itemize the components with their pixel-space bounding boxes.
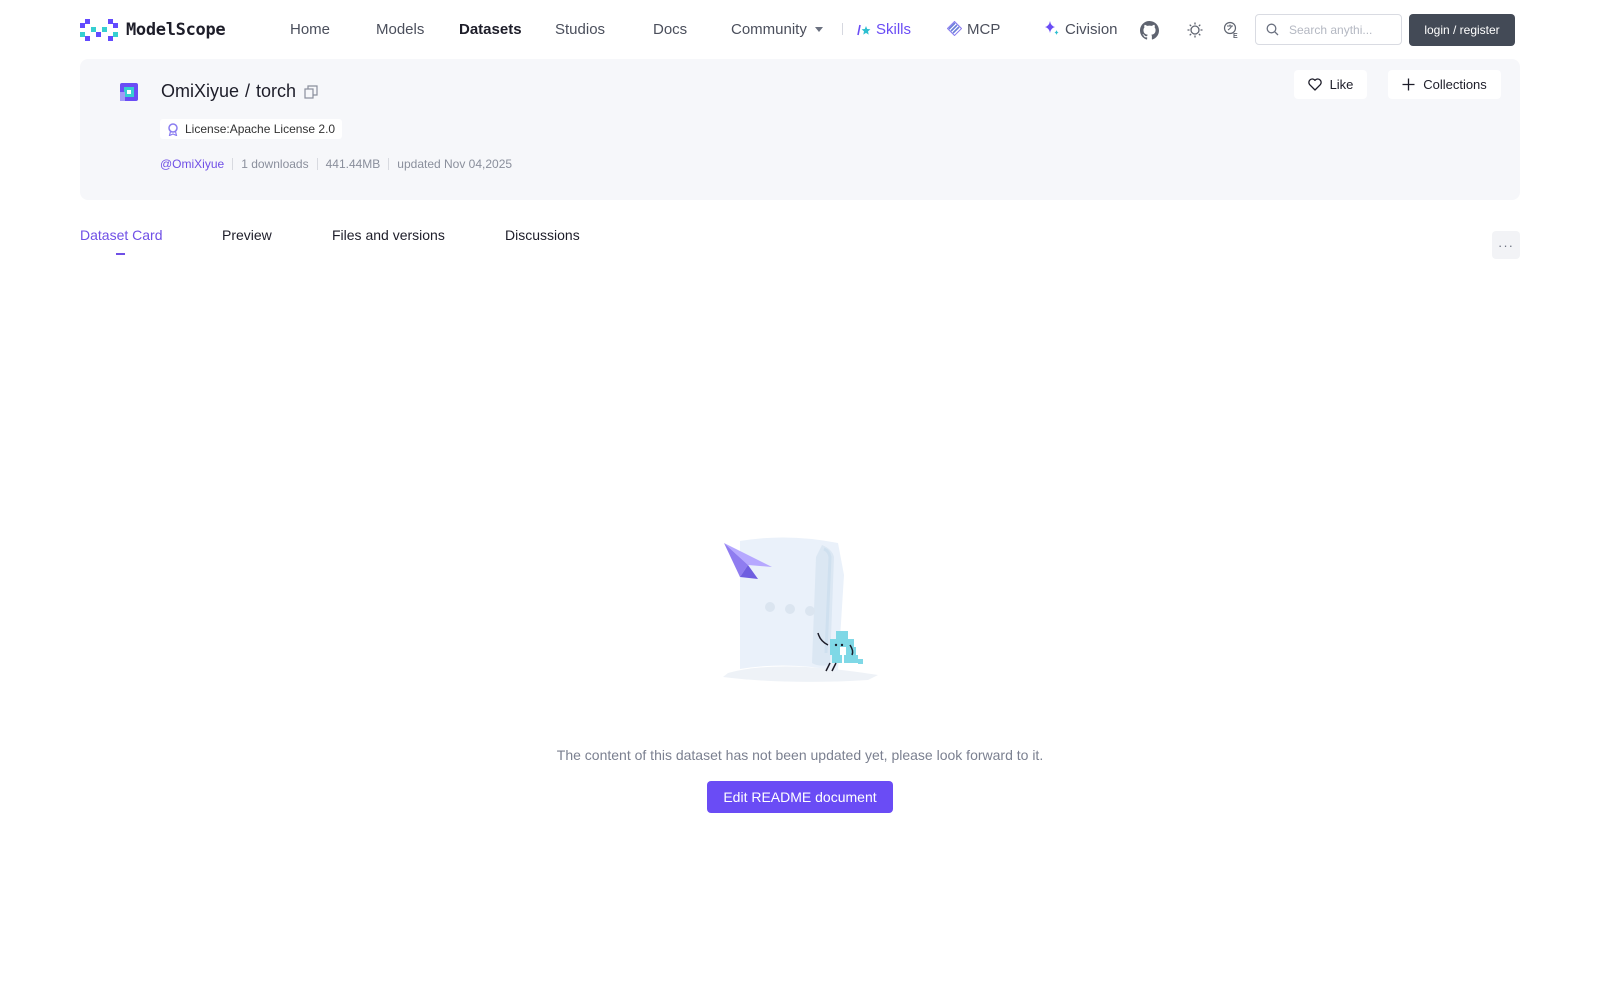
search-input[interactable] [1287,21,1401,38]
dataset-icon [120,83,138,101]
license-badge-icon [167,122,179,136]
github-icon[interactable] [1138,19,1160,41]
collections-label: Collections [1423,77,1487,92]
nav-community[interactable]: Community [731,20,823,39]
nav-divider [842,23,843,35]
like-label: Like [1329,77,1354,92]
nav-skills[interactable]: Skills [857,20,911,39]
translate-icon: E [1223,21,1238,39]
mcp-icon [947,21,962,36]
nav-home[interactable]: Home [290,20,330,39]
copy-icon[interactable] [304,84,318,99]
sun-icon [1187,22,1203,38]
modelscope-logo-icon [80,19,118,41]
theme-toggle-icon[interactable] [1184,19,1206,41]
search-box[interactable] [1255,14,1402,45]
nav-skills-label: Skills [876,21,912,38]
owner-link[interactable]: @OmiXiyue [160,157,224,171]
skills-icon [857,24,871,36]
modelscope-logo[interactable]: ModelScope [80,19,226,41]
edit-readme-button[interactable]: Edit README document [707,781,893,813]
empty-state-message: The content of this dataset has not been… [556,747,1044,763]
nav-datasets[interactable]: Datasets [459,20,522,39]
dataset-header-card: OmiXiyue / torch License:Apache License … [80,59,1520,200]
license-tag: License:Apache License 2.0 [160,119,343,139]
github-glyph-icon [1139,20,1159,40]
dataset-size: 441.44MB [325,157,381,171]
nav-civision-label: Civision [1065,21,1118,38]
meta-divider [232,158,234,170]
dataset-meta: @OmiXiyue 1 downloads 441.44MB updated N… [160,157,512,171]
empty-state-illustration [723,537,878,682]
nav-civision[interactable]: Civision [1044,20,1118,39]
nav-models[interactable]: Models [376,20,424,39]
nav-mcp-label: MCP [967,21,1001,38]
like-button[interactable]: Like [1294,70,1367,99]
meta-divider [316,158,318,170]
plus-icon [1402,78,1415,91]
tab-dataset-card[interactable]: Dataset Card [80,227,162,243]
nav-mcp[interactable]: MCP [947,20,1000,39]
nav-docs[interactable]: Docs [653,20,687,39]
login-register-button[interactable]: login / register [1409,14,1515,46]
download-count: 1 downloads [241,157,309,171]
language-switch-icon[interactable]: E [1221,19,1243,41]
dataset-name: torch [256,81,297,101]
chevron-down-icon [814,27,823,32]
search-icon [1266,23,1279,36]
tab-preview[interactable]: Preview [222,227,272,243]
meta-divider [388,158,390,170]
svg-text:E: E [1233,33,1238,39]
dataset-title: OmiXiyue / torch [161,81,318,102]
tab-files-and-versions[interactable]: Files and versions [332,227,445,243]
license-text: License:Apache License 2.0 [185,122,336,136]
collections-button[interactable]: Collections [1388,70,1501,99]
sparkle-icon [1045,21,1059,35]
more-options-button[interactable]: ··· [1492,231,1520,259]
dataset-owner[interactable]: OmiXiyue [161,81,239,102]
logo-text: ModelScope [126,20,226,40]
nav-studios[interactable]: Studios [555,20,605,39]
updated-date: updated Nov 04,2025 [397,157,513,171]
heart-icon [1307,78,1322,91]
nav-community-label: Community [731,21,807,38]
tab-discussions[interactable]: Discussions [505,227,580,243]
title-separator: / [245,81,251,101]
top-nav: ModelScope Home Models Datasets Studios … [0,0,1600,59]
active-tab-indicator [116,253,125,255]
